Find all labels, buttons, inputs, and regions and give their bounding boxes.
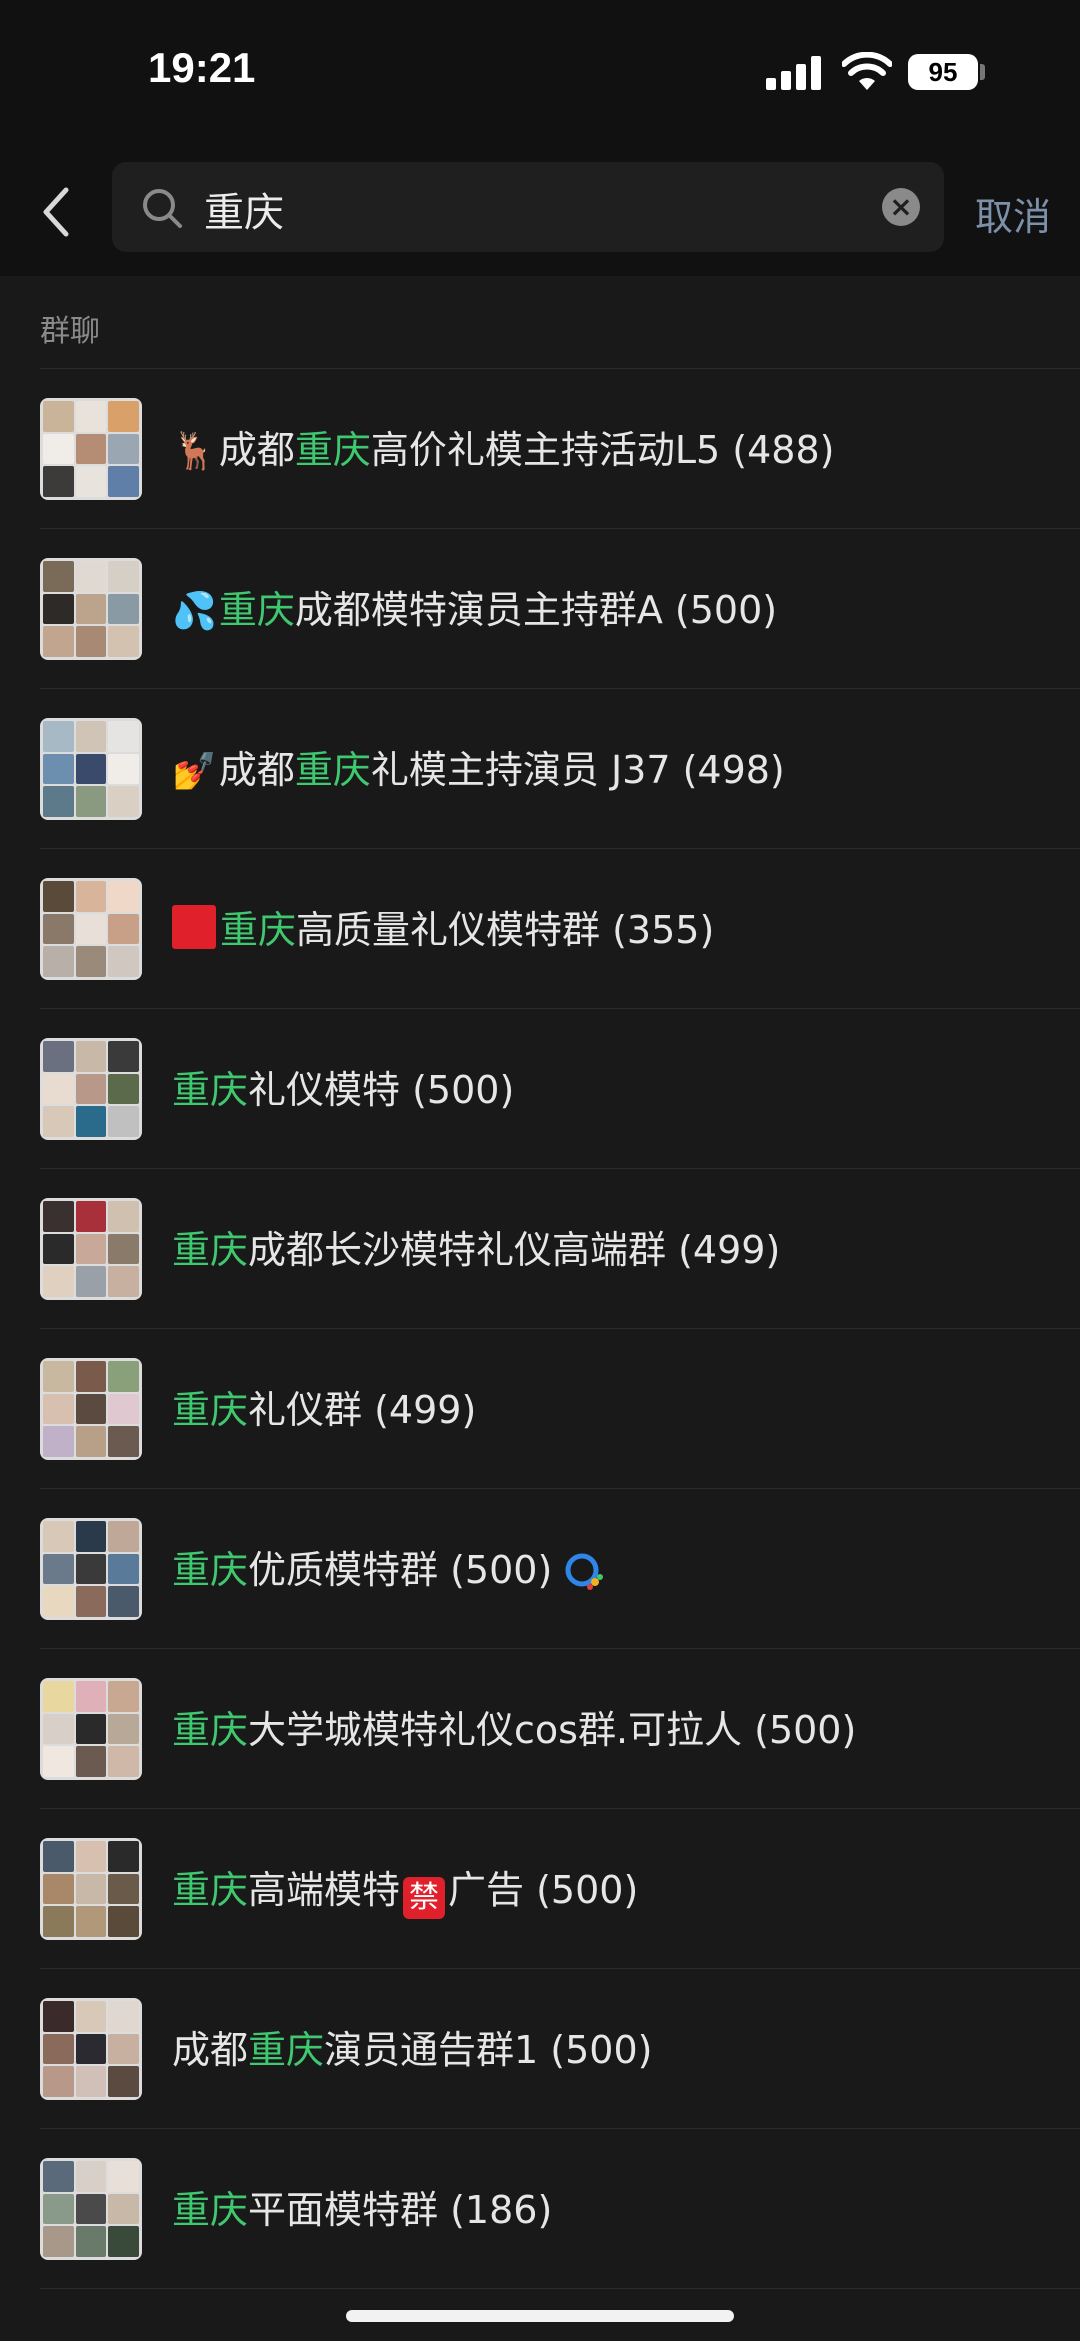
list-item[interactable]: 重庆优质模特群 (500) — [0, 1489, 1080, 1649]
name-after: 广告 (500) — [448, 1868, 639, 1912]
battery-indicator: 95 — [908, 54, 978, 90]
name-highlight: 重庆 — [248, 2028, 325, 2072]
name-after: 礼仪群 (499) — [248, 1388, 477, 1432]
list-item[interactable]: 🦌成都重庆高价礼模主持活动L5 (488) — [0, 369, 1080, 529]
list-item[interactable]: 重庆高质量礼仪模特群 (355) — [0, 849, 1080, 1009]
avatar — [40, 398, 142, 500]
group-name: 🦌成都重庆高价礼模主持活动L5 (488) — [172, 419, 834, 474]
clear-icon[interactable]: × — [882, 188, 920, 226]
list-item[interactable]: 成都重庆演员通告群1 (500) — [0, 1969, 1080, 2129]
name-highlight: 重庆 — [172, 1068, 249, 1112]
name-highlight: 重庆 — [172, 1388, 249, 1432]
group-name: 💦重庆成都模特演员主持群A (500) — [172, 579, 777, 634]
deer-emoji: 🦌 — [172, 431, 217, 472]
sweat-droplets-emoji: 💦 — [172, 591, 217, 632]
name-highlight: 重庆 — [172, 1228, 249, 1272]
list-item[interactable]: 重庆礼仪模特 (500) — [0, 1009, 1080, 1169]
group-name: 重庆平面模特群 (186) — [172, 2179, 552, 2234]
cellular-signal-icon — [766, 56, 821, 90]
group-name: 重庆高端模特禁广告 (500) — [172, 1859, 638, 1919]
name-before: 成都 — [218, 428, 295, 472]
name-highlight: 重庆 — [172, 1708, 249, 1752]
group-name: 重庆大学城模特礼仪cos群.可拉人 (500) — [172, 1699, 856, 1754]
search-header: 重庆 × 取消 — [0, 150, 1080, 276]
name-before: 成都 — [172, 2028, 249, 2072]
avatar — [40, 878, 142, 980]
list-item[interactable]: 重庆高端模特禁广告 (500) — [0, 1809, 1080, 1969]
name-after: 大学城模特礼仪cos群.可拉人 (500) — [248, 1708, 857, 1752]
avatar — [40, 2158, 142, 2260]
list-item[interactable]: 重庆成都长沙模特礼仪高端群 (499) — [0, 1169, 1080, 1329]
group-name: 重庆成都长沙模特礼仪高端群 (499) — [172, 1219, 780, 1274]
list-item[interactable]: 重庆礼仪群 (499) — [0, 1329, 1080, 1489]
name-after: 成都模特演员主持群A (500) — [294, 588, 778, 632]
name-highlight: 重庆 — [172, 2188, 249, 2232]
status-time: 19:21 — [148, 44, 256, 91]
enterprise-wechat-icon — [565, 1553, 604, 1590]
avatar — [40, 1678, 142, 1780]
avatar — [40, 1358, 142, 1460]
search-query[interactable]: 重庆 — [204, 180, 284, 238]
list-item[interactable]: 重庆平面模特群 (186) — [0, 2129, 1080, 2289]
name-highlight: 重庆 — [220, 908, 297, 952]
chevron-left-icon[interactable] — [30, 182, 86, 242]
name-after: 优质模特群 (500) — [248, 1548, 553, 1592]
avatar — [40, 558, 142, 660]
row-divider — [40, 2288, 1080, 2289]
name-after: 成都长沙模特礼仪高端群 (499) — [248, 1228, 781, 1272]
search-input[interactable]: 重庆 × — [112, 162, 944, 252]
name-highlight: 重庆 — [218, 588, 295, 632]
group-name: 💅成都重庆礼模主持演员 J37 (498) — [172, 739, 785, 794]
section-title-group-chats: 群聊 — [40, 314, 100, 349]
avatar — [40, 718, 142, 820]
red-square-icon — [172, 905, 216, 949]
name-after-a: 高端模特 — [248, 1868, 401, 1912]
prohibited-icon: 禁 — [403, 1877, 446, 1919]
name-after: 高价礼模主持活动L5 (488) — [370, 428, 835, 472]
name-highlight: 重庆 — [172, 1548, 249, 1592]
group-name: 成都重庆演员通告群1 (500) — [172, 2019, 652, 2074]
name-highlight: 重庆 — [172, 1868, 249, 1912]
name-after: 演员通告群1 (500) — [324, 2028, 653, 2072]
search-icon — [143, 189, 182, 228]
name-highlight: 重庆 — [294, 428, 371, 472]
results-list: 🦌成都重庆高价礼模主持活动L5 (488) 💦重庆成都模特演员主持群A (500… — [0, 369, 1080, 2289]
avatar — [40, 1038, 142, 1140]
list-item[interactable]: 重庆大学城模特礼仪cos群.可拉人 (500) — [0, 1649, 1080, 1809]
name-after: 高质量礼仪模特群 (355) — [296, 908, 715, 952]
name-before: 成都 — [218, 748, 295, 792]
status-bar: 19:21 95 — [0, 0, 1080, 150]
wifi-icon — [842, 52, 892, 90]
name-after: 礼仪模特 (500) — [248, 1068, 515, 1112]
list-item[interactable]: 💅成都重庆礼模主持演员 J37 (498) — [0, 689, 1080, 849]
nail-polish-emoji: 💅 — [172, 751, 217, 792]
name-highlight: 重庆 — [294, 748, 371, 792]
avatar — [40, 1998, 142, 2100]
avatar — [40, 1198, 142, 1300]
home-indicator — [346, 2310, 734, 2322]
name-after: 平面模特群 (186) — [248, 2188, 553, 2232]
group-name: 重庆礼仪模特 (500) — [172, 1059, 514, 1114]
cancel-button[interactable]: 取消 — [975, 186, 1051, 241]
list-item[interactable]: 💦重庆成都模特演员主持群A (500) — [0, 529, 1080, 689]
avatar — [40, 1838, 142, 1940]
group-name: 重庆高质量礼仪模特群 (355) — [172, 899, 714, 954]
name-after: 礼模主持演员 J37 (498) — [370, 748, 785, 792]
avatar — [40, 1518, 142, 1620]
group-name: 重庆礼仪群 (499) — [172, 1379, 476, 1434]
battery-tip — [980, 64, 985, 80]
group-name: 重庆优质模特群 (500) — [172, 1539, 606, 1594]
